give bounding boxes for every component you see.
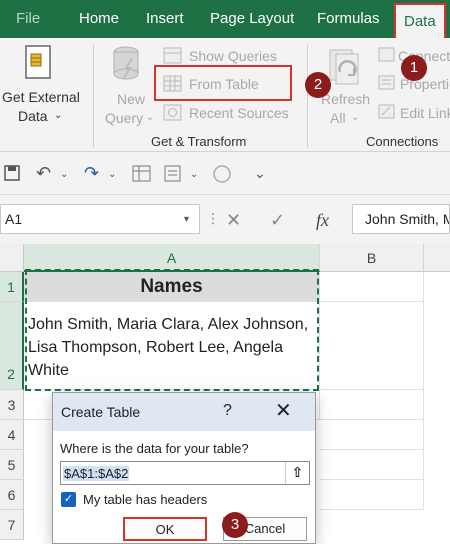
cell-b3[interactable] bbox=[320, 390, 424, 420]
cell-b1[interactable] bbox=[320, 272, 424, 302]
tab-page-layout[interactable]: Page Layout bbox=[210, 0, 294, 38]
help-button[interactable]: ? bbox=[223, 402, 232, 420]
column-header-a[interactable]: A bbox=[24, 244, 320, 272]
properties-icon bbox=[378, 75, 395, 90]
cell-b4[interactable] bbox=[320, 420, 424, 450]
row-header-2[interactable]: 2 bbox=[0, 302, 24, 390]
formula-input[interactable]: John Smith, Maria Clara, Alex Johnson, L… bbox=[352, 204, 450, 234]
range-value: $A$1:$A$2 bbox=[63, 466, 130, 481]
formula-bar: A1 ▾ ⋮ ✕ ✓ fx John Smith, Maria Clara, A… bbox=[0, 196, 450, 242]
chevron-down-icon[interactable]: ⌄ bbox=[190, 169, 198, 180]
callout-3: 3 bbox=[222, 512, 248, 538]
edit-links-label: Edit Links bbox=[400, 105, 450, 121]
row-header-7[interactable]: 7 bbox=[0, 510, 24, 540]
headers-checkbox[interactable]: ✓ bbox=[61, 492, 76, 507]
recent-sources-label: Recent Sources bbox=[189, 105, 289, 121]
ribbon-tab-bar: File Home Insert Page Layout Formulas Da… bbox=[0, 0, 450, 38]
chevron-down-icon[interactable]: ⌄ bbox=[60, 169, 68, 180]
connections-group-label: Connections bbox=[366, 134, 439, 149]
cell-a2[interactable]: John Smith, Maria Clara, Alex Johnson, L… bbox=[24, 302, 320, 390]
headers-checkbox-label[interactable]: My table has headers bbox=[83, 492, 207, 507]
name-box[interactable]: A1 bbox=[0, 204, 200, 234]
collapse-dialog-icon[interactable]: ⇧ bbox=[285, 462, 309, 484]
redo-icon[interactable]: ↷ bbox=[84, 163, 99, 184]
cell-b2[interactable] bbox=[320, 302, 424, 390]
dialog-title: Create Table bbox=[61, 404, 141, 420]
chevron-down-icon: ⌄ bbox=[351, 112, 360, 123]
range-prompt: Where is the data for your table? bbox=[60, 441, 249, 456]
print-preview-icon[interactable] bbox=[164, 165, 184, 183]
column-header-c[interactable] bbox=[424, 244, 450, 272]
row-header-5[interactable]: 5 bbox=[0, 450, 24, 480]
show-queries-label: Show Queries bbox=[189, 48, 277, 64]
row-header-3[interactable]: 3 bbox=[0, 390, 24, 420]
show-queries-icon bbox=[163, 47, 182, 64]
connections-icon bbox=[378, 47, 395, 62]
cancel-icon[interactable]: ✕ bbox=[226, 210, 241, 231]
tab-home[interactable]: Home bbox=[79, 0, 119, 38]
ok-button[interactable]: OK bbox=[123, 517, 207, 541]
row-header-6[interactable]: 6 bbox=[0, 480, 24, 510]
get-transform-group-label: Get & Transform bbox=[151, 134, 247, 149]
table-view-icon[interactable] bbox=[132, 165, 152, 183]
new-query-icon bbox=[113, 46, 139, 80]
close-icon[interactable]: ✕ bbox=[275, 398, 292, 423]
edit-links-icon bbox=[378, 104, 395, 119]
tab-data[interactable]: Data bbox=[394, 3, 446, 38]
tab-formulas[interactable]: Formulas bbox=[317, 0, 380, 38]
callout-2: 2 bbox=[305, 72, 331, 98]
insert-function-button[interactable]: fx bbox=[316, 210, 329, 231]
chevron-down-icon[interactable]: ▾ bbox=[184, 214, 189, 225]
customize-toolbar-icon[interactable]: ⌄ bbox=[254, 165, 266, 182]
new-query-line1: New bbox=[117, 91, 146, 107]
chevron-down-icon[interactable]: ⌄ bbox=[108, 169, 116, 180]
cell-b5[interactable] bbox=[320, 450, 424, 480]
undo-icon[interactable]: ↶ bbox=[36, 163, 51, 184]
column-header-b[interactable]: B bbox=[320, 244, 424, 272]
new-query-line2: Query bbox=[105, 110, 144, 126]
create-table-dialog: Create Table ? ✕ Where is the data for y… bbox=[52, 392, 316, 544]
tab-file[interactable]: File bbox=[16, 0, 40, 38]
ribbon-separator bbox=[93, 44, 94, 148]
row-header-4[interactable]: 4 bbox=[0, 420, 24, 450]
callout-1: 1 bbox=[401, 55, 427, 81]
refresh-icon bbox=[329, 49, 359, 85]
external-data-icon bbox=[25, 45, 51, 79]
select-all-corner[interactable] bbox=[0, 244, 24, 272]
chevron-down-icon: ⌄ bbox=[146, 112, 155, 123]
get-external-data-line1: Get External bbox=[2, 89, 80, 105]
cell-b6[interactable] bbox=[320, 480, 424, 510]
confirm-icon[interactable]: ✓ bbox=[270, 210, 285, 231]
more-dots-icon: ⋮ bbox=[206, 210, 220, 226]
row-header-1[interactable]: 1 bbox=[0, 272, 24, 302]
ribbon: Get External Data ⌄ New Query ⌄ Show Que… bbox=[0, 38, 450, 152]
recent-sources-icon bbox=[163, 104, 182, 121]
quick-access-toolbar: ↶ ⌄ ↷ ⌄ ⌄ ⌄ bbox=[0, 153, 450, 195]
from-table-highlight bbox=[154, 65, 292, 101]
circle-icon[interactable] bbox=[212, 164, 232, 184]
chevron-down-icon: ⌄ bbox=[54, 110, 63, 121]
get-external-data-line2: Data bbox=[18, 108, 48, 124]
save-icon[interactable] bbox=[4, 165, 20, 181]
tab-insert[interactable]: Insert bbox=[146, 0, 184, 38]
range-input[interactable]: $A$1:$A$2 ⇧ bbox=[60, 461, 310, 485]
dialog-title-bar[interactable]: Create Table ? ✕ bbox=[53, 393, 315, 431]
refresh-all-line2: All bbox=[330, 110, 346, 126]
ribbon-separator bbox=[307, 44, 308, 148]
cell-a1[interactable]: Names bbox=[24, 272, 320, 302]
